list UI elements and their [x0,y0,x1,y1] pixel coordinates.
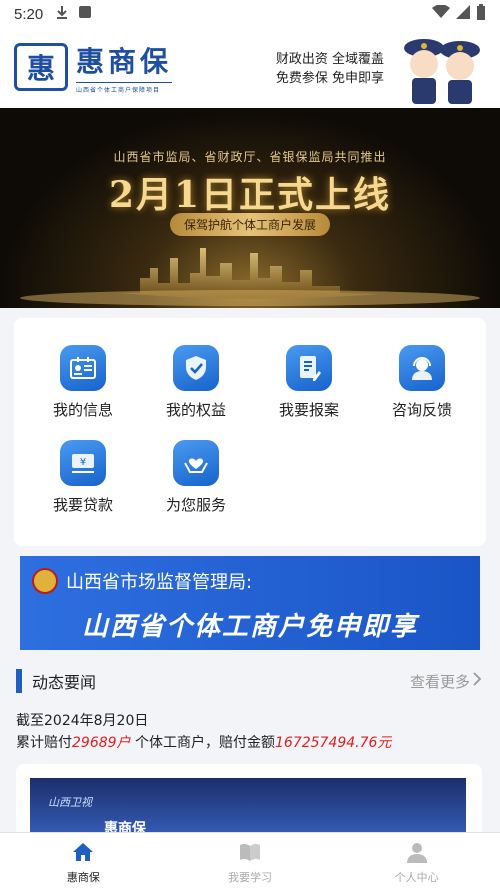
stat-prefix: 累计赔付 [16,735,72,751]
app-notification-icon [79,6,92,22]
nav-home[interactable]: 惠商保 [0,833,167,888]
service-label: 咨询反馈 [391,401,452,419]
news-section-title: 动态要闻 [32,673,97,692]
logo-mark-icon: 惠 [14,43,68,91]
service-label: 我的权益 [165,401,226,419]
notice-issuer: 山西省市场监督管理局: [66,572,253,593]
slogan-line-2: 免费参保 免申即享 [275,71,384,86]
notice-headline: 山西省个体工商户免申即享 [81,612,418,642]
promo-banner[interactable]: 山西省市监局、省财政厅、省银保监局共同推出 2月1日正式上线 保驾护航个体工商户… [0,108,500,308]
stat-middle: 个体工商户，赔付金额 [130,735,275,751]
battery-icon [476,4,486,24]
nav-label: 个人中心 [394,871,439,884]
person-icon [406,843,428,867]
news-section-header: 动态要闻 查看更多 [16,668,484,694]
nav-learning[interactable]: 我要学习 [167,833,334,888]
view-more-label: 查看更多 [409,672,470,691]
book-icon [238,843,262,867]
view-more-link[interactable]: 查看更多 [410,671,484,692]
download-icon [55,5,69,23]
chevron-right-icon [470,671,484,691]
city-skyline-icon [20,248,480,306]
status-bar: 5:20 [0,0,500,28]
service-apply-loan[interactable]: ¥ 我要贷款 [27,440,139,515]
app-logo: 惠 惠商保 山西省个体工商户保障项目 [14,40,173,94]
services-card: 我的信息 我的权益 我要报案 咨询反馈 ¥ 我要贷款 为您服务 [14,318,486,546]
stat-amount: 167257494.76元 [275,735,392,751]
hands-heart-icon [173,440,219,486]
logo-title: 惠商保 [76,45,173,78]
banner-title: 2月1日正式上线 [108,174,392,216]
section-accent-bar [16,669,22,693]
news-image-caption: 山西卫视 [48,796,92,809]
police-mascots-icon [404,39,480,104]
service-label: 我的信息 [52,401,113,419]
svg-text:¥: ¥ [80,457,86,468]
loan-yen-icon: ¥ [60,440,106,486]
service-my-info[interactable]: 我的信息 [27,345,139,420]
news-stat-line: 累计赔付29689户 个体工商户，赔付金额167257494.76元 [16,732,391,752]
app-header: 惠 惠商保 山西省个体工商户保障项目 财政出资 全域覆盖 免费参保 免申即享 [0,28,500,108]
nav-profile[interactable]: 个人中心 [333,833,500,888]
service-label: 我要报案 [278,401,339,419]
banner-tagline: 保驾护航个体工商户发展 [169,213,331,236]
wifi-icon [432,4,450,23]
nav-label: 我要学习 [228,871,272,884]
slogan-line-1: 财政出资 全域覆盖 [275,52,384,67]
logo-subtitle: 山西省个体工商户保障项目 [76,82,173,94]
header-slogan: 财政出资 全域覆盖 免费参保 免申即享 [276,50,384,88]
service-report-claim[interactable]: 我要报案 [253,345,365,420]
status-time: 5:20 [14,5,44,23]
service-label: 我要贷款 [52,496,113,514]
nav-label: 惠商保 [66,871,100,884]
national-emblem-icon [32,568,58,594]
stat-households: 29689户 [72,735,131,751]
service-my-rights[interactable]: 我的权益 [140,345,252,420]
notice-banner[interactable]: 山西省市场监督管理局: 山西省个体工商户免申即享 [20,556,480,650]
service-consult-feedback[interactable]: 咨询反馈 [366,345,478,420]
home-icon [72,843,94,867]
service-for-you[interactable]: 为您服务 [140,440,252,515]
signal-icon [456,5,470,23]
document-edit-icon [286,345,332,391]
shield-check-icon [173,345,219,391]
banner-subtitle: 山西省市监局、省财政厅、省银保监局共同推出 [113,150,387,164]
service-label: 为您服务 [165,496,226,514]
customer-service-icon [399,345,445,391]
news-date-line: 截至2024年8月20日 [16,713,149,729]
id-card-icon [60,345,106,391]
bottom-nav: 惠商保 我要学习 个人中心 [0,832,500,888]
